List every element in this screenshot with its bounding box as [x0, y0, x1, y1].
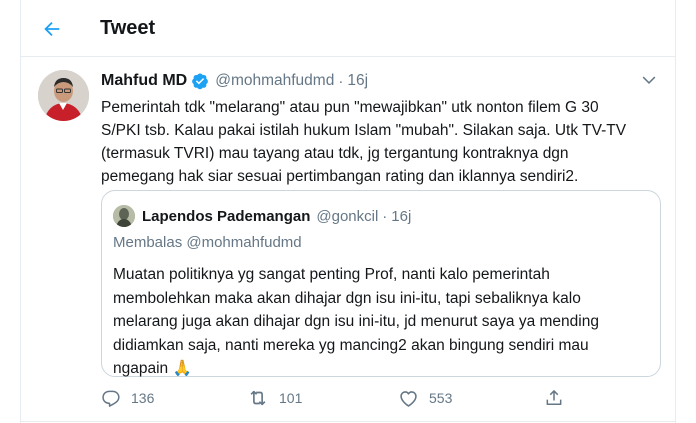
author-handle[interactable]: @mohmahfudmd [215, 72, 334, 90]
separator-dot: · [338, 72, 344, 90]
quoted-text-line: membolehkan maka akan dihajar dgn isu in… [113, 289, 581, 307]
tweet-author-row: Mahfud MD @mohmahfudmd · 16j [101, 70, 368, 92]
quoted-avatar [113, 205, 135, 227]
tweet-text: Pemerintah tdk "melarang" atau pun "mewa… [101, 96, 661, 188]
page-header: Tweet [21, 0, 675, 57]
avatar-image [38, 70, 89, 121]
quoted-tweet[interactable]: Lapendos Pademangan @gonkcil · 16j Memba… [101, 190, 661, 377]
back-button[interactable] [37, 14, 67, 44]
retweet-icon [250, 390, 266, 406]
quoted-tweet-text: Muatan politiknya yg sangat penting Prof… [113, 263, 653, 381]
quoted-author-name: Lapendos Pademangan [142, 207, 311, 225]
quoted-text-line: didiamkan saja, nanti mereka yg mancing2… [113, 336, 589, 354]
author-name[interactable]: Mahfud MD [101, 72, 187, 90]
share-button[interactable] [544, 384, 574, 412]
tweet-time[interactable]: 16j [347, 72, 368, 90]
quoted-author-handle: @gonkcil [316, 207, 379, 225]
quoted-author-row: Lapendos Pademangan @gonkcil · 16j [142, 205, 411, 227]
like-count: 553 [429, 390, 453, 406]
share-icon [546, 390, 562, 405]
arrow-left-icon [44, 21, 60, 37]
tweet-text-line: pemegang hak siar sesuai pertimbangan ra… [101, 168, 579, 185]
like-button[interactable]: 553 [398, 384, 452, 412]
reply-count: 136 [131, 390, 155, 406]
divider [21, 421, 675, 422]
tweet-text-line: S/PKI tsb. Kalau pakai istilah hukum Isl… [101, 122, 627, 139]
reply-context: Membalas @mohmahfudmd [113, 234, 302, 251]
retweet-count: 101 [279, 390, 303, 406]
reply-icon [102, 390, 120, 407]
reply-button[interactable]: 136 [101, 384, 154, 412]
more-options-button[interactable] [639, 70, 659, 90]
chevron-down-icon [642, 76, 656, 84]
quoted-text-line: ngapain 🙏 [113, 360, 192, 377]
quoted-text-line: Muatan politiknya yg sangat penting Prof… [113, 266, 550, 283]
quoted-text-line: melarang juga akan dihajar dgn isu ini-i… [113, 313, 599, 330]
page-title: Tweet [100, 17, 156, 39]
tweet-text-line: (termasuk TVRI) mau tayang atau tdk, jg … [101, 145, 569, 162]
retweet-button[interactable]: 101 [247, 384, 302, 412]
heart-icon [400, 390, 417, 407]
verified-badge-icon [191, 72, 209, 90]
quoted-tweet-time: 16j [391, 207, 412, 225]
tweet-page: Tweet Mahfud MD @mohmahfudmd · 16j Pemer… [20, 0, 676, 423]
avatar[interactable] [38, 70, 89, 121]
separator-dot: · [382, 207, 388, 225]
tweet-text-line: Pemerintah tdk "melarang" atau pun "mewa… [101, 99, 599, 116]
tweet-actions: 136 101 553 [101, 384, 661, 412]
